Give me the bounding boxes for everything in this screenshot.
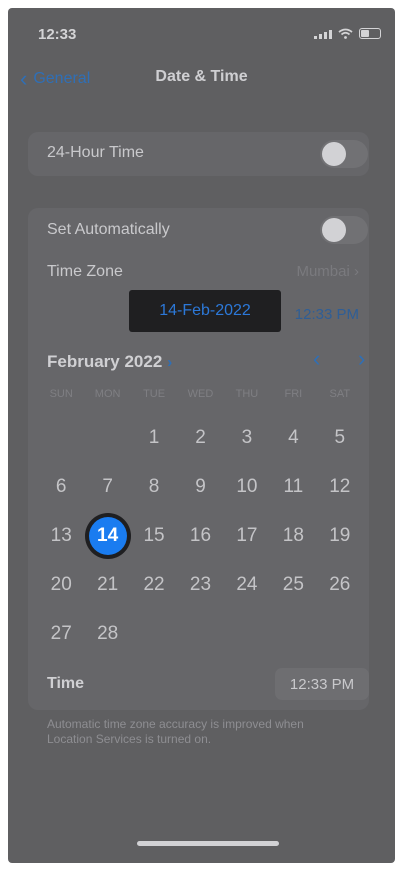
calendar-day[interactable]: 21 bbox=[84, 560, 130, 609]
calendar-day[interactable]: 10 bbox=[224, 462, 270, 511]
hour24-card: 24-Hour Time bbox=[28, 132, 369, 176]
weekday-label: SAT bbox=[329, 388, 351, 400]
calendar-day[interactable]: 28 bbox=[84, 609, 130, 658]
selection-ring: 14 bbox=[84, 512, 131, 559]
selected-date-pill[interactable]: 14-Feb-2022 bbox=[129, 290, 281, 332]
weekday-label: SUN bbox=[49, 388, 73, 400]
calendar-day[interactable]: 11 bbox=[270, 462, 316, 511]
hour24-toggle[interactable] bbox=[320, 140, 368, 168]
calendar-day[interactable]: 1 bbox=[131, 413, 177, 462]
calendar-day[interactable]: 15 bbox=[131, 511, 177, 560]
time-zone-label: Time Zone bbox=[47, 263, 123, 280]
datetime-card: Set Automatically Time Zone Mumbai › 14-… bbox=[28, 208, 369, 710]
weekday-label: WED bbox=[187, 388, 214, 400]
calendar-empty-cell bbox=[317, 609, 363, 658]
phone-screen: 12:33 ‹ General Date & Time 24-Hour Time… bbox=[8, 8, 395, 863]
calendar-day[interactable]: 17 bbox=[224, 511, 270, 560]
toggle-knob bbox=[322, 142, 346, 166]
status-icons bbox=[314, 28, 381, 39]
time-picker-button[interactable]: 12:33 PM bbox=[275, 668, 369, 700]
calendar-day[interactable]: 13 bbox=[38, 511, 84, 560]
calendar-day[interactable]: 19 bbox=[317, 511, 363, 560]
calendar-day[interactable]: 7 bbox=[84, 462, 130, 511]
calendar-day[interactable]: 2 bbox=[177, 413, 223, 462]
calendar-day[interactable]: 23 bbox=[177, 560, 223, 609]
month-picker-button[interactable]: February 2022 › bbox=[47, 352, 172, 372]
location-footnote: Automatic time zone accuracy is improved… bbox=[47, 717, 304, 746]
calendar-day[interactable]: 6 bbox=[38, 462, 84, 511]
next-month-icon[interactable]: › bbox=[358, 348, 365, 370]
calendar-day[interactable]: 8 bbox=[131, 462, 177, 511]
status-bar: 12:33 bbox=[8, 8, 395, 60]
time-label: Time bbox=[47, 675, 85, 692]
calendar-day[interactable]: 25 bbox=[270, 560, 316, 609]
calendar-empty-cell bbox=[38, 413, 84, 462]
time-zone-city: Mumbai bbox=[296, 263, 350, 280]
page-title: Date & Time bbox=[155, 68, 248, 85]
calendar-day[interactable]: 5 bbox=[317, 413, 363, 462]
signal-icon bbox=[314, 29, 332, 39]
set-automatically-toggle[interactable] bbox=[320, 216, 368, 244]
calendar-day[interactable]: 3 bbox=[224, 413, 270, 462]
calendar-day-selected[interactable]: 14 bbox=[84, 511, 131, 560]
nav-bar: ‹ General Date & Time bbox=[8, 68, 395, 102]
status-time: 12:33 bbox=[38, 26, 77, 43]
calendar-day[interactable]: 4 bbox=[270, 413, 316, 462]
calendar-day[interactable]: 9 bbox=[177, 462, 223, 511]
calendar-day[interactable]: 27 bbox=[38, 609, 84, 658]
calendar-day[interactable]: 22 bbox=[131, 560, 177, 609]
calendar-day[interactable]: 12 bbox=[317, 462, 363, 511]
month-label: February 2022 bbox=[47, 352, 163, 371]
weekday-label: MON bbox=[94, 388, 121, 400]
calendar-day[interactable]: 20 bbox=[38, 560, 84, 609]
calendar-empty-cell bbox=[177, 609, 223, 658]
weekday-label: THU bbox=[235, 388, 259, 400]
calendar-day[interactable]: 18 bbox=[270, 511, 316, 560]
calendar-empty-cell bbox=[224, 609, 270, 658]
selected-day-number: 14 bbox=[88, 516, 127, 555]
weekday-label: TUE bbox=[143, 388, 166, 400]
previous-month-icon[interactable]: ‹ bbox=[313, 348, 320, 370]
calendar-empty-cell bbox=[131, 609, 177, 658]
home-indicator[interactable] bbox=[137, 841, 279, 846]
battery-icon bbox=[359, 28, 381, 39]
weekday-label: FRI bbox=[284, 388, 303, 400]
calendar-day[interactable]: 24 bbox=[224, 560, 270, 609]
chevron-right-icon: › bbox=[167, 353, 173, 371]
selected-time-link[interactable]: 12:33 PM bbox=[295, 306, 359, 323]
set-automatically-label: Set Automatically bbox=[47, 221, 170, 238]
wifi-icon bbox=[338, 28, 353, 39]
calendar-day[interactable]: 16 bbox=[177, 511, 223, 560]
calendar-day[interactable]: 26 bbox=[317, 560, 363, 609]
time-zone-value[interactable]: Mumbai › bbox=[296, 263, 359, 280]
chevron-right-icon: › bbox=[354, 263, 359, 280]
weekday-header: SUN MON TUE WED THU FRI SAT bbox=[38, 388, 363, 400]
hour24-label: 24-Hour Time bbox=[47, 144, 144, 161]
calendar-empty-cell bbox=[270, 609, 316, 658]
toggle-knob bbox=[322, 218, 346, 242]
calendar-grid: 1 2 3 4 5 6 7 8 9 10 11 12 13 14 15 16 17 18 19 20 21 22 23 24 2… bbox=[38, 413, 363, 658]
calendar-empty-cell bbox=[84, 413, 130, 462]
